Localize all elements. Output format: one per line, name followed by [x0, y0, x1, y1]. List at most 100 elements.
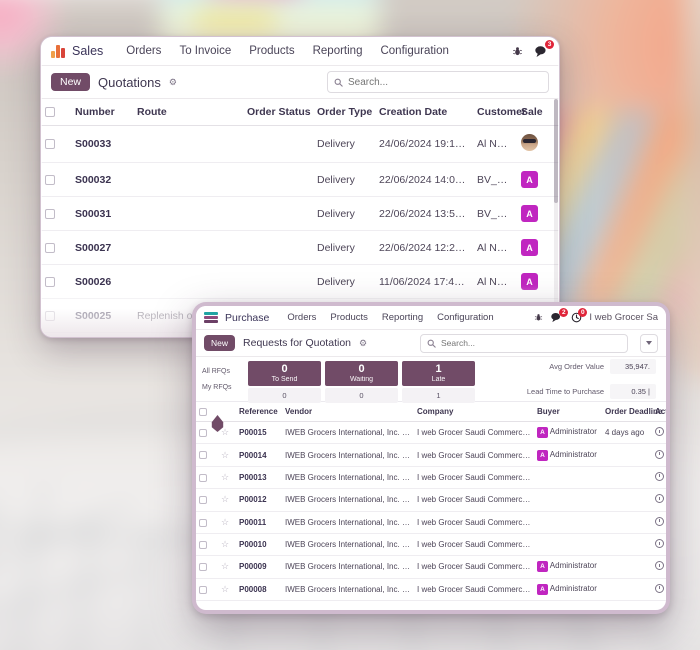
- star-icon[interactable]: ☆: [221, 472, 229, 482]
- purchase-kpi-strip: All RFQs My RFQs 0 To Send 0 0 Waiting 0: [196, 357, 666, 432]
- star-icon[interactable]: ☆: [221, 494, 229, 504]
- star-icon[interactable]: ☆: [221, 450, 229, 460]
- sales-menu-to-invoice[interactable]: To Invoice: [170, 37, 240, 66]
- cell-reference: P00010: [236, 533, 282, 557]
- row-checkbox[interactable]: [199, 496, 207, 505]
- kpi-to-send-mine[interactable]: 0: [248, 387, 321, 403]
- my-rfqs-label[interactable]: My RFQs: [202, 384, 244, 391]
- purchase-col-company[interactable]: Company: [414, 402, 534, 422]
- clock-icon[interactable]: [655, 583, 664, 593]
- clock-icon[interactable]: [655, 427, 664, 437]
- kpi-waiting-mine[interactable]: 0: [325, 387, 398, 403]
- row-checkbox[interactable]: [199, 585, 207, 594]
- table-row[interactable]: ☆ P00009 IWEB Grocers International, Inc…: [196, 555, 666, 579]
- table-row[interactable]: ☆ P00013 IWEB Grocers International, Inc…: [196, 466, 666, 490]
- sales-col-customer[interactable]: Customer: [473, 99, 526, 126]
- sales-col-order-type[interactable]: Order Type: [313, 99, 375, 126]
- row-checkbox[interactable]: [45, 276, 55, 287]
- purchase-new-button[interactable]: New: [204, 335, 236, 351]
- purchase-breadcrumb: Requests for Quotation: [243, 337, 351, 349]
- all-rfqs-label[interactable]: All RFQs: [202, 368, 244, 375]
- sales-searchbar[interactable]: [327, 71, 549, 93]
- star-icon[interactable]: ☆: [221, 539, 229, 549]
- row-checkbox[interactable]: [45, 242, 55, 253]
- sales-col-route[interactable]: Route: [133, 99, 243, 126]
- messages-icon[interactable]: 3: [534, 39, 554, 59]
- purchase-searchbar[interactable]: [420, 333, 628, 353]
- purchase-col-reference[interactable]: Reference: [236, 402, 282, 422]
- star-icon[interactable]: ☆: [221, 584, 229, 594]
- star-icon[interactable]: ☆: [221, 517, 229, 527]
- user-company-name[interactable]: I web Grocer Sa: [589, 312, 658, 323]
- sales-scrollbar[interactable]: [554, 99, 558, 335]
- sales-menu-reporting[interactable]: Reporting: [304, 37, 372, 66]
- sales-col-salesperson[interactable]: Sale: [517, 99, 559, 126]
- row-checkbox[interactable]: [45, 310, 55, 321]
- row-checkbox[interactable]: [199, 429, 207, 438]
- clock-icon[interactable]: [655, 539, 664, 549]
- star-icon[interactable]: ☆: [221, 561, 229, 571]
- purchase-col-order-deadline[interactable]: Order Deadline: [602, 402, 662, 422]
- kpi-to-send-all[interactable]: 0 To Send: [248, 361, 321, 386]
- table-row[interactable]: S00026 Delivery 11/06/2024 17:49:45 Al N…: [41, 264, 559, 299]
- sales-menu-configuration[interactable]: Configuration: [371, 37, 457, 66]
- table-row[interactable]: ☆ P00012 IWEB Grocers International, Inc…: [196, 488, 666, 512]
- avatar: A: [537, 583, 548, 595]
- purchase-menu-configuration[interactable]: Configuration: [430, 306, 501, 330]
- row-checkbox[interactable]: [199, 518, 207, 527]
- table-row[interactable]: S00033 Delivery 24/06/2024 19:15:44 Al N…: [41, 125, 559, 163]
- kpi-waiting-all[interactable]: 0 Waiting: [325, 361, 398, 386]
- purchase-col-activity[interactable]: Activi: [652, 402, 666, 422]
- row-checkbox[interactable]: [199, 451, 207, 460]
- clock-icon[interactable]: [655, 471, 664, 481]
- sales-menu-products[interactable]: Products: [240, 37, 303, 66]
- purchase-menu-orders[interactable]: Orders: [280, 306, 323, 330]
- cell-creation-date: 11/06/2024 17:49:45: [375, 264, 473, 299]
- sales-col-creation-date[interactable]: Creation Date: [375, 99, 473, 126]
- gear-icon[interactable]: ⚙: [359, 338, 367, 349]
- purchase-search-input[interactable]: [441, 338, 621, 348]
- bug-icon[interactable]: [510, 44, 525, 59]
- table-row[interactable]: S00027 Delivery 22/06/2024 12:27:56 Al N…: [41, 230, 559, 265]
- table-row[interactable]: S00031 Delivery 22/06/2024 13:59:52 BV_U…: [41, 196, 559, 231]
- clock-icon[interactable]: [655, 516, 664, 526]
- table-row[interactable]: ☆ P00014 IWEB Grocers International, Inc…: [196, 443, 666, 467]
- sales-scrollbar-thumb[interactable]: [554, 99, 558, 203]
- table-row[interactable]: S00032 Delivery 22/06/2024 14:04:47 BV_U…: [41, 162, 559, 197]
- purchase-menu-products[interactable]: Products: [323, 306, 375, 330]
- select-all-checkbox[interactable]: [45, 107, 55, 118]
- purchase-menu-reporting[interactable]: Reporting: [375, 306, 430, 330]
- bug-icon[interactable]: [533, 312, 544, 323]
- purchase-col-vendor[interactable]: Vendor: [282, 402, 414, 422]
- select-all-checkbox[interactable]: [199, 407, 207, 416]
- star-icon[interactable]: ☆: [221, 427, 229, 437]
- sales-new-button[interactable]: New: [51, 72, 91, 92]
- kpi-late-all[interactable]: 1 Late: [402, 361, 475, 386]
- sales-menu-orders[interactable]: Orders: [117, 37, 170, 66]
- sales-col-number[interactable]: Number: [71, 99, 133, 126]
- clock-icon[interactable]: [655, 449, 664, 459]
- clock-icon[interactable]: [655, 561, 664, 571]
- row-checkbox[interactable]: [45, 208, 55, 219]
- messages-icon[interactable]: 2: [551, 308, 569, 323]
- row-checkbox[interactable]: [199, 563, 207, 572]
- clock-icon[interactable]: [655, 494, 664, 504]
- search-dropdown-toggle[interactable]: [640, 333, 658, 353]
- kpi-late-mine[interactable]: 1: [402, 387, 475, 403]
- row-checkbox[interactable]: [199, 473, 207, 482]
- gear-icon[interactable]: ⚙: [169, 77, 177, 88]
- purchase-col-buyer[interactable]: Buyer: [534, 402, 602, 422]
- table-row[interactable]: ☆ P00011 IWEB Grocers International, Inc…: [196, 511, 666, 534]
- row-checkbox[interactable]: [45, 174, 55, 185]
- avatar: A: [537, 449, 548, 461]
- sales-search-input[interactable]: [348, 76, 542, 88]
- row-checkbox[interactable]: [199, 540, 207, 549]
- activity-clock-icon[interactable]: 0: [570, 308, 588, 323]
- row-checkbox-cell: [41, 264, 71, 299]
- table-row[interactable]: ☆ P00015 IWEB Grocers International, Inc…: [196, 421, 666, 445]
- buyer-name: Administrator: [549, 561, 597, 571]
- row-checkbox[interactable]: [45, 139, 55, 150]
- table-row[interactable]: ☆ P00008 IWEB Grocers International, Inc…: [196, 578, 666, 602]
- table-row[interactable]: ☆ P00010 IWEB Grocers International, Inc…: [196, 533, 666, 557]
- sales-col-order-status[interactable]: Order Status: [243, 99, 313, 126]
